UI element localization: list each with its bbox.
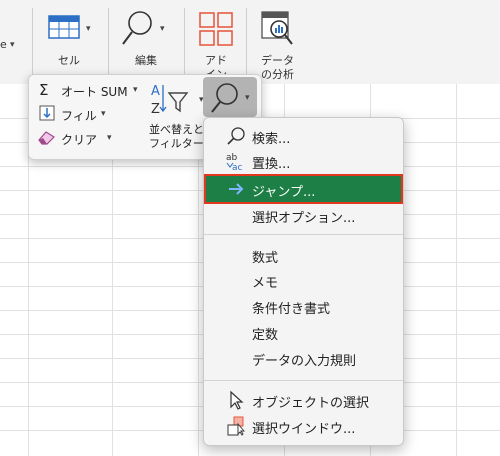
- cells-icon: [48, 15, 80, 39]
- search-icon: [211, 83, 238, 113]
- clear-label: クリア: [61, 133, 98, 147]
- cells-label: セル: [58, 54, 80, 67]
- menu-item-selection-pane[interactable]: 選択ウインドウ...: [204, 414, 403, 438]
- ribbon-partial-label: e: [0, 38, 7, 51]
- ribbon-divider: [108, 8, 109, 78]
- menu-item-label: データの入力規則: [252, 354, 357, 369]
- menu-item-replace[interactable]: ab ac 置換...: [204, 149, 403, 173]
- menu-item-label: メモ: [252, 276, 279, 291]
- selection-pane-icon: [227, 416, 245, 436]
- chevron-down-icon: ▾: [101, 109, 106, 119]
- fill-label: フィル: [61, 109, 97, 123]
- edit-label: 編集: [135, 54, 157, 67]
- menu-item-constants[interactable]: 定数: [204, 320, 403, 344]
- menu-item-label: 置換...: [252, 157, 291, 172]
- chevron-down-icon: ▾: [245, 93, 250, 103]
- fill-down-icon: [39, 105, 55, 121]
- eraser-icon: [38, 131, 55, 145]
- menu-item-label: オブジェクトの選択: [252, 396, 370, 411]
- svg-text:ab: ab: [226, 153, 238, 163]
- find-select-menu: 検索... ab ac 置換... ジャンプ... 選択オプション... 数式 …: [203, 117, 404, 446]
- menu-item-go-to-special[interactable]: 選択オプション...: [204, 203, 403, 227]
- chevron-down-icon[interactable]: ▾: [10, 40, 15, 50]
- replace-icon: ab ac: [226, 153, 243, 171]
- menu-item-label: 選択オプション...: [252, 211, 356, 226]
- svg-text:A: A: [151, 84, 160, 99]
- ribbon-divider: [184, 8, 185, 78]
- menu-item-label: 数式: [252, 251, 279, 266]
- menu-item-label: 定数: [252, 328, 279, 343]
- analyze-data-label-2: の分析: [261, 68, 294, 81]
- menu-item-conditional-formatting[interactable]: 条件付き書式: [204, 294, 403, 318]
- chevron-down-icon: ▾: [107, 133, 112, 143]
- menu-item-label: 選択ウインドウ...: [252, 422, 356, 437]
- grid-line: [456, 84, 457, 456]
- menu-item-label: 検索...: [252, 132, 291, 147]
- menu-item-data-validation[interactable]: データの入力規則: [204, 346, 403, 370]
- sort-filter-label-2: フィルター: [149, 137, 204, 150]
- ribbon-divider: [246, 8, 247, 78]
- menu-item-notes[interactable]: メモ: [204, 268, 403, 292]
- addins-icon: [199, 12, 233, 46]
- sigma-icon: Σ: [39, 81, 49, 99]
- menu-item-label: 条件付き書式: [252, 302, 331, 317]
- chevron-down-icon: ▾: [86, 24, 91, 34]
- menu-separator: [204, 234, 403, 235]
- find-select-button[interactable]: ▾: [203, 77, 257, 117]
- menu-item-go-to[interactable]: ジャンプ...: [204, 174, 403, 204]
- chevron-down-icon: ▾: [133, 85, 138, 95]
- chevron-down-icon: ▾: [160, 24, 165, 34]
- pointer-icon: [230, 390, 244, 410]
- menu-item-select-objects[interactable]: オブジェクトの選択: [204, 388, 403, 412]
- svg-text:Z: Z: [151, 102, 160, 117]
- menu-item-label: ジャンプ...: [252, 185, 316, 200]
- svg-text:ac: ac: [232, 163, 243, 171]
- menu-item-find[interactable]: 検索...: [204, 124, 403, 148]
- sort-filter-icon: A Z: [151, 84, 189, 117]
- autosum-label: オート SUM: [61, 85, 128, 99]
- menu-item-formulas[interactable]: 数式: [204, 243, 403, 267]
- arrow-right-icon: [229, 183, 244, 195]
- search-icon: [122, 11, 152, 45]
- search-icon: [227, 127, 245, 145]
- analyze-data-icon: [261, 11, 293, 45]
- ribbon: e ▾ ▾ セル ▾ 編集 アド イン: [0, 0, 500, 84]
- menu-separator: [204, 380, 403, 381]
- ribbon-divider: [32, 8, 33, 78]
